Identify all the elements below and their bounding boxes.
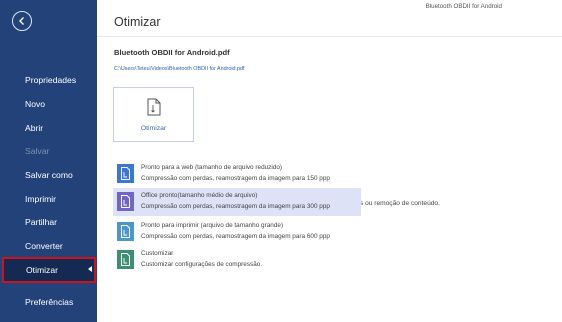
page-title: Otimizar bbox=[114, 15, 161, 29]
active-caret-icon bbox=[88, 266, 92, 272]
office-file-icon bbox=[117, 192, 134, 211]
option-title: Pronto para a web (tamanho de arquivo re… bbox=[141, 164, 283, 171]
option-subtitle: Compressão com perdas, reamostragem da i… bbox=[141, 175, 330, 182]
optimize-button-label: Otimizar bbox=[140, 125, 167, 132]
sidebar-item-propriedades[interactable]: Propriedades bbox=[0, 69, 97, 91]
option-title: Pronto para imprimir (arquivo de tamanho… bbox=[141, 222, 284, 229]
option-subtitle: Compressão com perdas, reamostragem da i… bbox=[141, 203, 330, 210]
sidebar: Propriedades Novo Abrir Salvar Salvar co… bbox=[0, 0, 97, 322]
print-file-icon bbox=[117, 222, 134, 241]
option-office-ready[interactable]: Office pronto(tamanho médio de arquivo) … bbox=[113, 188, 361, 216]
back-arrow-icon[interactable] bbox=[12, 11, 32, 31]
sidebar-item-novo[interactable]: Novo bbox=[0, 93, 97, 115]
sidebar-item-salvar-como[interactable]: Salvar como bbox=[0, 164, 97, 186]
sidebar-item-otimizar[interactable]: Otimizar bbox=[2, 257, 96, 283]
option-title: Office pronto(tamanho médio de arquivo) bbox=[141, 192, 258, 199]
sidebar-item-label: Otimizar bbox=[26, 265, 58, 275]
sidebar-item-salvar: Salvar bbox=[25, 146, 50, 156]
option-title: Customizar bbox=[141, 250, 174, 257]
sidebar-item-abrir[interactable]: Abrir bbox=[0, 117, 97, 139]
option-customize[interactable]: Customizar Customizar configurações de c… bbox=[113, 246, 361, 274]
sidebar-item-partilhar[interactable]: Partilhar bbox=[0, 211, 97, 233]
sidebar-item-preferencias[interactable]: Preferências bbox=[0, 291, 97, 313]
web-file-icon bbox=[117, 164, 134, 183]
window-title: Bluetooth OBDII for Android bbox=[425, 3, 502, 10]
document-name: Bluetooth OBDII for Android.pdf bbox=[114, 48, 230, 57]
header-divider bbox=[97, 36, 562, 37]
document-icon bbox=[147, 98, 161, 116]
sidebar-item-converter[interactable]: Converter bbox=[0, 235, 97, 257]
document-path-link[interactable]: C:\Users\Teteu\Videos\Bluetooth OBDII fo… bbox=[114, 66, 245, 72]
option-subtitle: Compressão com perdas, reamostragem da i… bbox=[141, 233, 330, 240]
option-subtitle: Customizar configurações de compressão. bbox=[141, 261, 263, 268]
sidebar-item-imprimir[interactable]: Imprimir bbox=[0, 188, 97, 210]
optimize-button[interactable]: Otimizar Compactar arquivos através da c… bbox=[113, 87, 440, 207]
option-print-ready[interactable]: Pronto para imprimir (arquivo de tamanho… bbox=[113, 218, 361, 246]
custom-file-icon bbox=[117, 250, 134, 269]
option-web-ready[interactable]: Pronto para a web (tamanho de arquivo re… bbox=[113, 160, 361, 188]
